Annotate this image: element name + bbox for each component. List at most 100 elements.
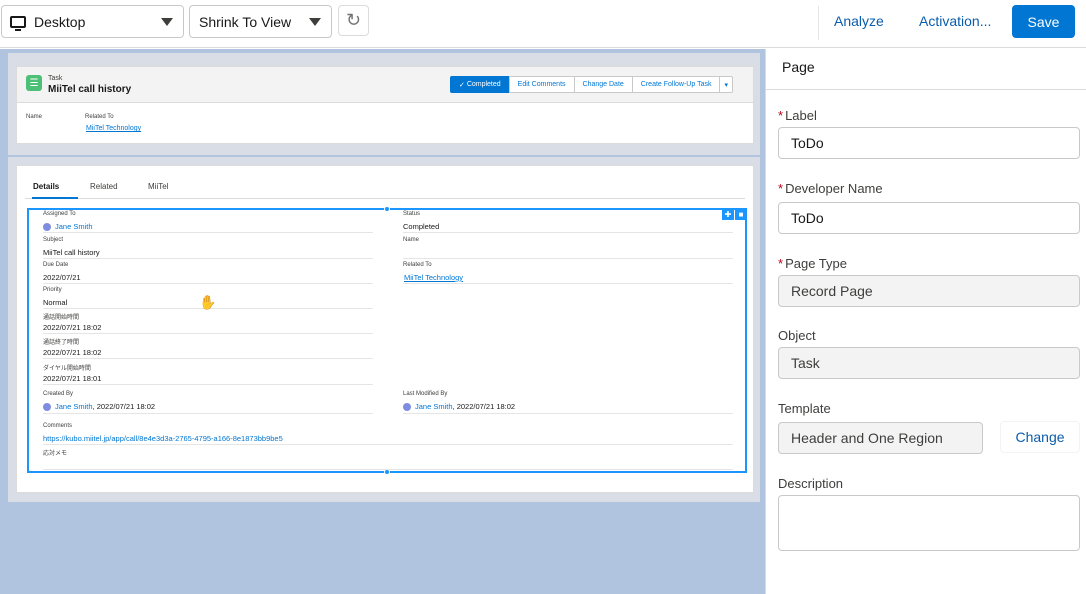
- field-label: Priority: [43, 287, 62, 293]
- record-detail-component[interactable]: Details Related MiiTel ✚ ■ Assigned To J…: [16, 165, 754, 493]
- field-divider: [43, 283, 373, 284]
- description-field-label: Description: [778, 476, 844, 491]
- record-header-bar: ☰ Task MiiTel call history ✓ Completed E…: [17, 67, 753, 103]
- analyze-button[interactable]: Analyze: [834, 13, 884, 29]
- change-template-button[interactable]: Change: [1000, 421, 1080, 453]
- view-select-value: Shrink To View: [199, 13, 292, 30]
- field-divider: [43, 232, 373, 233]
- refresh-icon: ↻: [345, 10, 362, 30]
- chevron-down-icon: [309, 18, 321, 26]
- developer-name-field-label: * Developer Name: [778, 181, 883, 196]
- dial-start-value: 2022/07/21 18:01: [43, 374, 102, 383]
- template-field: Header and One Region: [778, 422, 983, 454]
- field-divider: [403, 283, 733, 284]
- call-start-value: 2022/07/21 18:02: [43, 323, 102, 332]
- field-divider: [43, 444, 733, 445]
- label-field-label: * Label: [778, 108, 817, 123]
- field-label: Related To: [403, 262, 432, 268]
- user-icon: [43, 403, 51, 412]
- activation-button[interactable]: Activation...: [919, 13, 991, 29]
- field-label: Created By: [43, 391, 74, 397]
- page-type-field-label: * Page Type: [778, 256, 847, 271]
- tab-details[interactable]: Details: [33, 182, 59, 191]
- page-type-field: Record Page: [778, 275, 1080, 307]
- selected-record-detail[interactable]: ✚ ■ Assigned To Jane Smith Subject MiiTe…: [27, 206, 747, 475]
- field-label: Due Date: [43, 262, 69, 268]
- field-divider: [43, 413, 373, 414]
- related-to-value[interactable]: MiiTel Technology: [404, 273, 463, 282]
- last-modified-by-value: Jane Smith, 2022/07/21 18:02: [403, 402, 515, 412]
- field-label: Subject: [43, 237, 64, 243]
- chevron-down-icon: [161, 18, 173, 26]
- field-label: ダイヤル開始時間: [43, 366, 91, 372]
- due-date-value: 2022/07/21: [43, 273, 81, 282]
- delete-icon[interactable]: ■: [735, 208, 747, 220]
- completed-button[interactable]: ✓ Completed: [450, 76, 510, 93]
- save-button[interactable]: Save: [1012, 5, 1075, 38]
- object-label: Task: [48, 75, 63, 82]
- properties-panel: Page * Label ToDo * Developer Name ToDo * P…: [765, 49, 1086, 594]
- highlight-label-name: Name: [26, 114, 43, 120]
- field-label: 通話開始時間: [43, 315, 80, 321]
- template-field-label: Template: [778, 401, 831, 416]
- field-divider: [403, 413, 733, 414]
- field-divider: [403, 232, 733, 233]
- object-field: Task: [778, 347, 1080, 379]
- toolbar-divider: [818, 6, 819, 40]
- field-divider: [43, 258, 373, 259]
- call-end-value: 2022/07/21 18:02: [43, 348, 102, 357]
- change-date-button[interactable]: Change Date: [573, 76, 633, 93]
- device-select[interactable]: Desktop: [1, 5, 184, 38]
- more-actions-button[interactable]: ▾: [719, 76, 733, 93]
- action-button-group: ✓ Completed Edit Comments Change Date Cr…: [450, 76, 733, 93]
- desktop-icon: [10, 15, 26, 31]
- tab-miitel[interactable]: MiiTel: [148, 182, 168, 191]
- priority-value: Normal: [43, 298, 68, 307]
- refresh-button[interactable]: ↻: [338, 5, 369, 36]
- builder-toolbar: Desktop Shrink To View ↻ Analyze Activat…: [0, 0, 1086, 48]
- component-tools: ✚ ■: [721, 208, 747, 220]
- device-select-value: Desktop: [34, 13, 86, 30]
- field-label: Name: [403, 237, 420, 243]
- create-follow-up-task-button[interactable]: Create Follow-Up Task: [631, 76, 721, 93]
- record-header-component[interactable]: ☰ Task MiiTel call history ✓ Completed E…: [16, 66, 754, 144]
- view-select[interactable]: Shrink To View: [189, 5, 332, 38]
- resize-handle-top[interactable]: [384, 206, 390, 212]
- page-canvas: ☰ Task MiiTel call history ✓ Completed E…: [0, 49, 765, 594]
- record-title: MiiTel call history: [48, 84, 132, 95]
- description-textarea[interactable]: [778, 495, 1080, 551]
- developer-name-input[interactable]: ToDo: [778, 202, 1080, 234]
- field-label: Status: [403, 211, 421, 217]
- field-label: Last Modified By: [403, 391, 448, 397]
- move-icon[interactable]: ✚: [722, 208, 734, 220]
- chevron-down-icon: ▾: [724, 81, 728, 89]
- panel-divider: [766, 89, 1086, 90]
- assigned-to-value[interactable]: Jane Smith: [43, 222, 93, 232]
- panel-title: Page: [782, 59, 815, 75]
- hand-cursor-icon: ✋: [199, 294, 217, 310]
- tab-related[interactable]: Related: [90, 182, 118, 191]
- highlight-label-related-to: Related To: [85, 114, 114, 120]
- subject-value: MiiTel call history: [43, 248, 100, 257]
- task-icon: ☰: [26, 75, 42, 91]
- comments-value[interactable]: https://kubo.miitel.jp/app/call/8e4e3d3a…: [43, 434, 283, 443]
- field-label: 応対メモ: [43, 451, 68, 457]
- field-divider: [43, 358, 373, 359]
- user-icon: [43, 223, 51, 232]
- field-divider: [43, 333, 373, 334]
- created-by-value: Jane Smith, 2022/07/21 18:02: [43, 402, 155, 412]
- highlight-value-related-to[interactable]: MiiTel Technology: [86, 125, 141, 132]
- field-label: Assigned To: [43, 211, 76, 217]
- user-icon: [403, 403, 411, 412]
- field-divider: [43, 384, 373, 385]
- label-input[interactable]: ToDo: [778, 127, 1080, 159]
- active-tab-indicator: [32, 197, 78, 199]
- field-label: Comments: [43, 423, 73, 429]
- field-divider: [43, 469, 733, 470]
- field-divider: [403, 258, 733, 259]
- object-field-label: Object: [778, 328, 816, 343]
- tab-bar: Details Related MiiTel: [25, 174, 745, 199]
- edit-comments-button[interactable]: Edit Comments: [508, 76, 575, 93]
- status-value: Completed: [403, 222, 440, 231]
- field-label: 通話終了時間: [43, 340, 80, 346]
